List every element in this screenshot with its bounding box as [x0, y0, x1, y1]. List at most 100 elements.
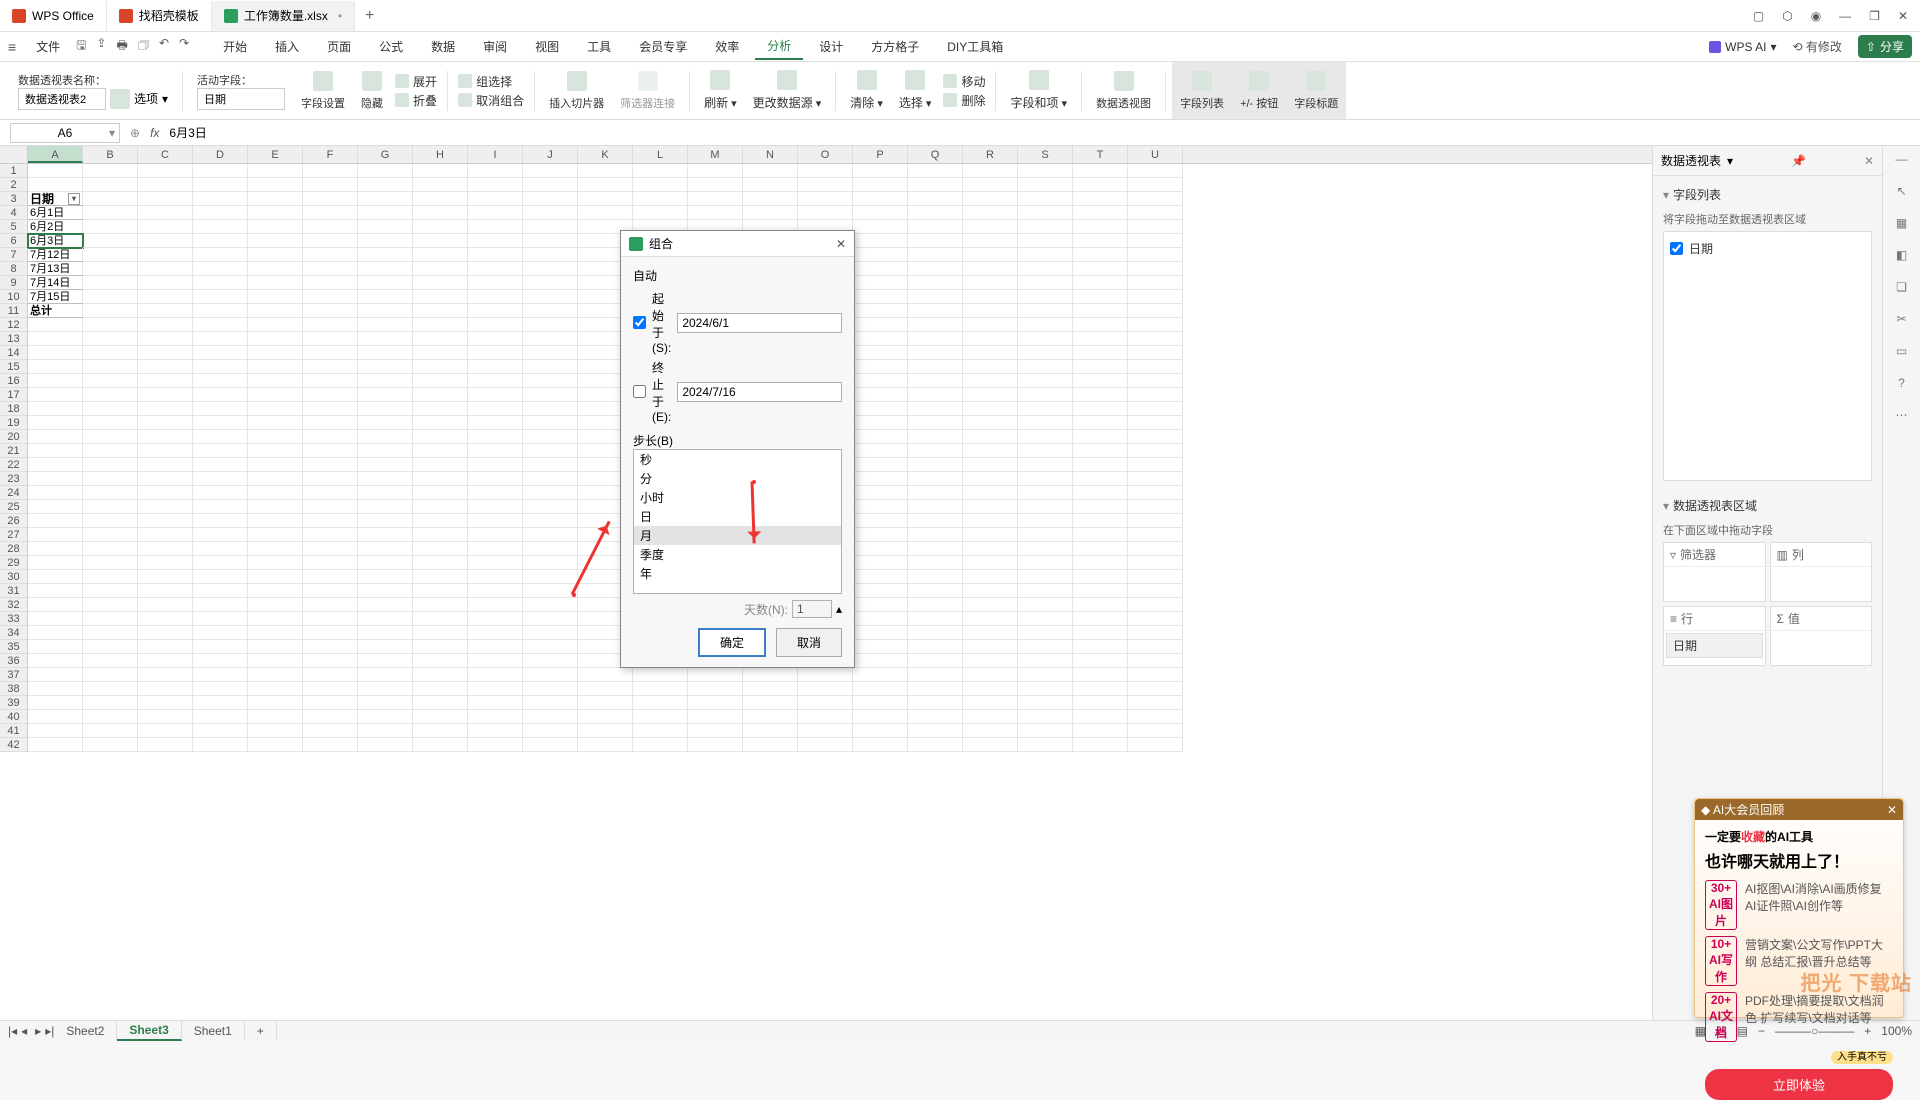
pivot-area-header[interactable]: 数据透视表区域	[1673, 497, 1757, 514]
help-icon[interactable]: ?	[1898, 376, 1905, 390]
wps-ai-button[interactable]: WPS AI ▾	[1709, 40, 1776, 54]
select-button[interactable]: 选择 ▾	[891, 62, 940, 119]
field-list-header[interactable]: 字段列表	[1673, 186, 1721, 203]
menu-page[interactable]: 页面	[315, 34, 363, 59]
field-set-button[interactable]: 字段设置	[293, 62, 353, 119]
end-checkbox[interactable]	[633, 385, 646, 398]
fx-icon[interactable]: fx	[150, 126, 159, 140]
print-preview-icon[interactable]: 🗇	[138, 36, 149, 57]
menu-insert[interactable]: 插入	[263, 34, 311, 59]
group-select-button[interactable]: 组选择	[454, 73, 528, 90]
formula-value[interactable]: 6月3日	[169, 124, 206, 141]
field-list-button[interactable]: 字段列表	[1172, 62, 1232, 119]
cursor-icon[interactable]: ↖	[1896, 184, 1906, 198]
menu-analyze[interactable]: 分析	[755, 33, 803, 60]
grid-icon[interactable]: ▦	[1896, 216, 1907, 230]
tab-template[interactable]: 找稻壳模板	[107, 1, 212, 31]
step-listbox[interactable]: 秒分小时日月季度年	[633, 449, 842, 594]
sheet-tab-2[interactable]: Sheet3	[117, 1021, 181, 1041]
window-maximize[interactable]: ❐	[1869, 9, 1880, 23]
pt-name-input[interactable]	[18, 88, 106, 110]
tab-workbook[interactable]: 工作簿数量.xlsx•	[212, 1, 355, 31]
menu-tools[interactable]: 工具	[575, 34, 623, 59]
plusminus-button[interactable]: +/- 按钮	[1232, 62, 1286, 119]
pt-name-icon[interactable]	[110, 89, 130, 109]
menu-start[interactable]: 开始	[211, 34, 259, 59]
tab-add[interactable]: +	[355, 7, 384, 25]
window-close[interactable]: ✕	[1898, 9, 1908, 23]
collapse-icon[interactable]: —	[1896, 152, 1908, 166]
delete-button[interactable]: 删除	[939, 92, 989, 109]
window-cube-icon[interactable]: ⬡	[1782, 9, 1792, 23]
share-button[interactable]: ⇧ 分享	[1858, 35, 1912, 58]
spin-up[interactable]: ▴	[836, 602, 842, 616]
export-icon[interactable]: ⇪	[96, 36, 106, 57]
options-button[interactable]: 选项	[134, 90, 158, 107]
redo-icon[interactable]: ↷	[179, 36, 189, 57]
tool-icon[interactable]: ✂	[1896, 312, 1906, 326]
style-icon[interactable]: ◧	[1896, 248, 1907, 262]
area-col[interactable]: ▥ 列	[1770, 542, 1873, 602]
promo-close-icon[interactable]: ✕	[1887, 803, 1897, 817]
cancel-button[interactable]: 取消	[776, 628, 842, 657]
name-box[interactable]: A6	[10, 123, 120, 143]
active-field-input[interactable]	[197, 88, 285, 110]
hide-button[interactable]: 隐藏	[353, 62, 391, 119]
start-checkbox[interactable]	[633, 316, 646, 329]
bookmark-icon[interactable]: ▭	[1896, 344, 1907, 358]
has-change-label[interactable]: ⟲ 有修改	[1793, 38, 1842, 55]
sheet-nav-first[interactable]: |◂	[8, 1024, 17, 1038]
area-row-item-date[interactable]: 日期	[1666, 633, 1763, 658]
sheet-nav-prev[interactable]: ◂	[21, 1024, 27, 1038]
file-menu[interactable]: 文件	[24, 34, 72, 59]
pin-icon[interactable]: 📌	[1791, 154, 1806, 168]
menu-design[interactable]: 设计	[807, 34, 855, 59]
dialog-close[interactable]: ✕	[836, 237, 846, 251]
avatar-icon[interactable]: ◉	[1811, 9, 1821, 23]
print-icon[interactable]: 🖶	[116, 36, 127, 57]
sheet-add[interactable]: +	[245, 1022, 277, 1040]
zoom-icon[interactable]: ⊕	[130, 126, 140, 140]
expand-button[interactable]: 展开	[391, 73, 441, 90]
end-input[interactable]	[677, 382, 842, 402]
undo-icon[interactable]: ↶	[159, 36, 169, 57]
field-title-button[interactable]: 字段标题	[1286, 62, 1346, 119]
hamburger-icon[interactable]: ≡	[8, 39, 16, 55]
menu-view[interactable]: 视图	[523, 34, 571, 59]
filter-conn-button[interactable]: 筛选器连接	[612, 62, 683, 119]
window-box-icon[interactable]: ▢	[1753, 9, 1764, 23]
field-date[interactable]: 日期	[1670, 238, 1865, 259]
ungroup-button[interactable]: 取消组合	[454, 92, 528, 109]
save-icon[interactable]: 🖫	[76, 36, 86, 57]
sheet-nav-last[interactable]: ▸|	[45, 1024, 54, 1038]
area-row[interactable]: ≡ 行日期	[1663, 606, 1766, 666]
tab-wps-office[interactable]: WPS Office	[0, 1, 107, 31]
menu-ffgz[interactable]: 方方格子	[859, 34, 931, 59]
menu-review[interactable]: 审阅	[471, 34, 519, 59]
change-src-button[interactable]: 更改数据源 ▾	[745, 62, 830, 119]
sheet-nav-next[interactable]: ▸	[35, 1024, 41, 1038]
menu-member[interactable]: 会员专享	[627, 34, 699, 59]
menu-diy[interactable]: DIY工具箱	[935, 34, 1015, 59]
insert-slicer-button[interactable]: 插入切片器	[541, 62, 612, 119]
menu-formula[interactable]: 公式	[367, 34, 415, 59]
template-icon2[interactable]: ❏	[1896, 280, 1907, 294]
field-list-box[interactable]: 日期	[1663, 231, 1872, 481]
more-icon[interactable]: ⋯	[1896, 408, 1908, 422]
pivot-dropdown-icon[interactable]: ▾	[68, 193, 80, 205]
refresh-button[interactable]: 刷新 ▾	[696, 62, 745, 119]
pivot-chart-button[interactable]: 数据透视图	[1088, 62, 1159, 119]
sheet-tab-1[interactable]: Sheet2	[54, 1022, 117, 1040]
start-input[interactable]	[677, 313, 842, 333]
clear-button[interactable]: 清除 ▾	[842, 62, 891, 119]
window-minimize[interactable]: —	[1839, 9, 1851, 23]
menu-data[interactable]: 数据	[419, 34, 467, 59]
menu-efficiency[interactable]: 效率	[703, 34, 751, 59]
move-button[interactable]: 移动	[939, 73, 989, 90]
panel-close-icon[interactable]: ✕	[1864, 154, 1874, 168]
sheet-tab-3[interactable]: Sheet1	[182, 1022, 245, 1040]
ok-button[interactable]: 确定	[698, 628, 766, 657]
area-filter[interactable]: ▿ 筛选器	[1663, 542, 1766, 602]
collapse-button[interactable]: 折叠	[391, 92, 441, 109]
days-input[interactable]	[792, 600, 832, 618]
